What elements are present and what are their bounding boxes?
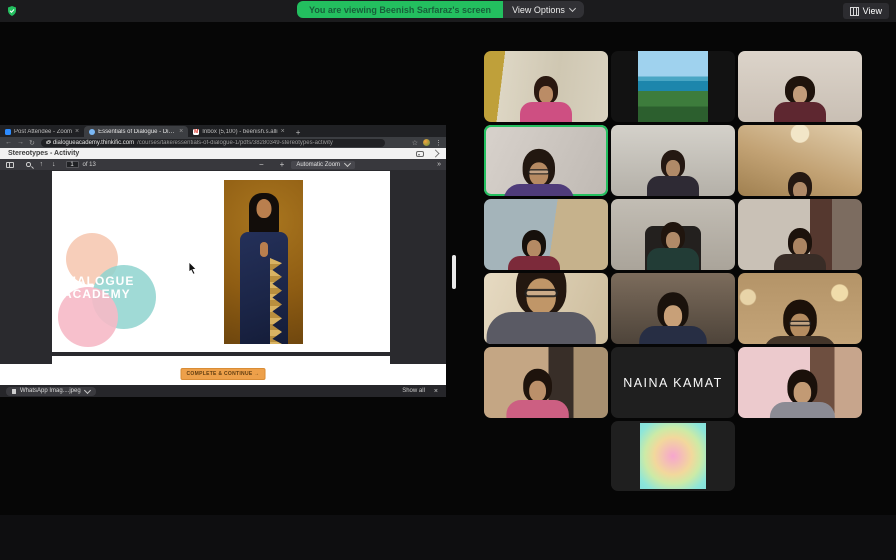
video-tile-r1c1[interactable] xyxy=(484,51,608,122)
lesson-footer: COMPLETE & CONTINUE → xyxy=(0,364,446,385)
pdf-viewer-toolbar: ↑ ↓ 1 of 13 − + Automatic Zoom » xyxy=(0,159,446,170)
forward-icon[interactable]: → xyxy=(17,139,24,146)
back-icon[interactable]: ← xyxy=(5,139,12,146)
page-count-label: of 13 xyxy=(82,161,96,168)
browser-download-bar: WhatsApp Imag....jpeg Show all × xyxy=(0,385,446,397)
video-tile-r1c2-scenery[interactable] xyxy=(611,51,735,122)
viewing-screen-banner: You are viewing Beenish Sarfaraz's scree… xyxy=(297,1,504,18)
video-tile-r4c3[interactable] xyxy=(738,273,862,344)
video-tile-r5c1[interactable] xyxy=(484,347,608,418)
thinkific-favicon xyxy=(89,128,96,135)
chevron-down-icon xyxy=(343,159,352,168)
meeting-controls-toolbar: Unmute Start Video Security Participants… xyxy=(0,515,896,560)
browser-tab-essentials-of-dialogue[interactable]: Essentials of Dialogue - Dial... × xyxy=(84,126,189,137)
video-tile-r6c2-avatar[interactable] xyxy=(611,421,735,491)
video-tile-r2c3[interactable] xyxy=(738,125,862,196)
video-tile-r4c1[interactable] xyxy=(484,273,608,344)
complete-and-continue-button[interactable]: COMPLETE & CONTINUE → xyxy=(180,368,266,380)
browser-tab-inbox[interactable]: M Inbox (5,100) - beenish.s.alli × xyxy=(188,126,289,137)
url-field[interactable]: dialogueacademy.thinkific.com /courses/t… xyxy=(40,138,385,147)
view-button-label: View xyxy=(862,6,882,16)
zoom-meeting-window: You are viewing Beenish Sarfaraz's scree… xyxy=(0,0,896,560)
expand-icon[interactable] xyxy=(431,149,440,158)
zoom-level-select[interactable]: Automatic Zoom xyxy=(291,159,356,169)
pdf-sidebar-toggle-icon[interactable] xyxy=(6,161,14,168)
browser-tab-strip: Post Attendee - Zoom × Essentials of Dia… xyxy=(0,125,446,137)
browser-tab-zoom[interactable]: Post Attendee - Zoom × xyxy=(0,126,84,137)
close-tab-icon[interactable]: × xyxy=(179,128,183,135)
zoom-favicon xyxy=(5,128,11,135)
meeting-top-bar: You are viewing Beenish Sarfaraz's scree… xyxy=(0,0,896,22)
gradient-avatar-image xyxy=(640,423,706,489)
video-tile-r5c3[interactable] xyxy=(738,347,862,418)
lesson-title: Stereotypes - Activity xyxy=(8,150,80,157)
layout-grid-icon xyxy=(849,6,859,16)
dialogue-academy-watermark: DIALOGUE ACADEMY xyxy=(63,274,135,301)
video-tile-r3c2[interactable] xyxy=(611,199,735,270)
browser-address-bar: ← → ↻ dialogueacademy.thinkific.com /cou… xyxy=(0,137,446,148)
downloaded-file-chip[interactable]: WhatsApp Imag....jpeg xyxy=(6,386,96,396)
next-page-icon[interactable]: ↓ xyxy=(52,161,56,168)
pdf-page-1: DIALOGUE ACADEMY xyxy=(52,171,390,352)
view-options-button[interactable]: View Options xyxy=(503,1,584,18)
scrollbar-thumb[interactable] xyxy=(452,255,456,289)
browser-profile-avatar[interactable] xyxy=(423,139,430,146)
participant-name-label: NAINA KAMAT xyxy=(623,375,723,390)
video-tile-r2c1-active-speaker[interactable] xyxy=(484,125,608,196)
pdf-viewer-content: DIALOGUE ACADEMY COMPLETE & CONTINUE → xyxy=(0,170,446,385)
lock-icon xyxy=(45,139,52,145)
shared-screen-region: Post Attendee - Zoom × Essentials of Dia… xyxy=(0,125,446,397)
view-options-label: View Options xyxy=(512,4,565,15)
bookmark-star-icon[interactable]: ☆ xyxy=(412,139,418,147)
video-tile-r4c2[interactable] xyxy=(611,273,735,344)
zoom-out-icon[interactable]: − xyxy=(259,160,264,169)
reload-icon[interactable]: ↻ xyxy=(29,139,35,147)
file-icon xyxy=(12,388,16,394)
chevron-down-icon xyxy=(83,386,91,394)
new-tab-button[interactable]: + xyxy=(296,128,301,137)
video-tile-r3c3[interactable] xyxy=(738,199,862,270)
pdf-page-2-top xyxy=(52,356,390,364)
close-tab-icon[interactable]: × xyxy=(75,128,79,135)
zoom-in-icon[interactable]: + xyxy=(280,160,285,169)
chevron-down-icon xyxy=(568,4,576,13)
close-download-bar-icon[interactable]: × xyxy=(434,388,438,395)
video-tile-r2c2[interactable] xyxy=(611,125,735,196)
meeting-info-shield-icon[interactable] xyxy=(6,5,18,17)
scenery-image xyxy=(638,51,708,122)
video-tile-r3c1[interactable] xyxy=(484,199,608,270)
support-chat-icon[interactable] xyxy=(416,150,424,157)
video-tile-r1c3[interactable] xyxy=(738,51,862,122)
pdf-search-icon[interactable] xyxy=(26,162,31,167)
show-all-downloads-link[interactable]: Show all xyxy=(402,388,425,394)
course-page-header: Stereotypes - Activity xyxy=(0,148,446,159)
page-number-input[interactable]: 1 xyxy=(65,161,79,168)
previous-page-icon[interactable]: ↑ xyxy=(40,161,44,168)
video-tile-r5c2-name-only[interactable]: NAINA KAMAT xyxy=(611,347,735,418)
view-layout-button[interactable]: View xyxy=(842,3,889,19)
browser-menu-dots-icon[interactable]: ⋮ xyxy=(435,139,442,147)
gmail-favicon: M xyxy=(193,128,200,135)
close-tab-icon[interactable]: × xyxy=(281,128,285,135)
mouse-cursor xyxy=(188,261,197,275)
pdf-tools-more-icon[interactable]: » xyxy=(437,161,441,168)
woman-in-saree-photo xyxy=(224,180,303,344)
